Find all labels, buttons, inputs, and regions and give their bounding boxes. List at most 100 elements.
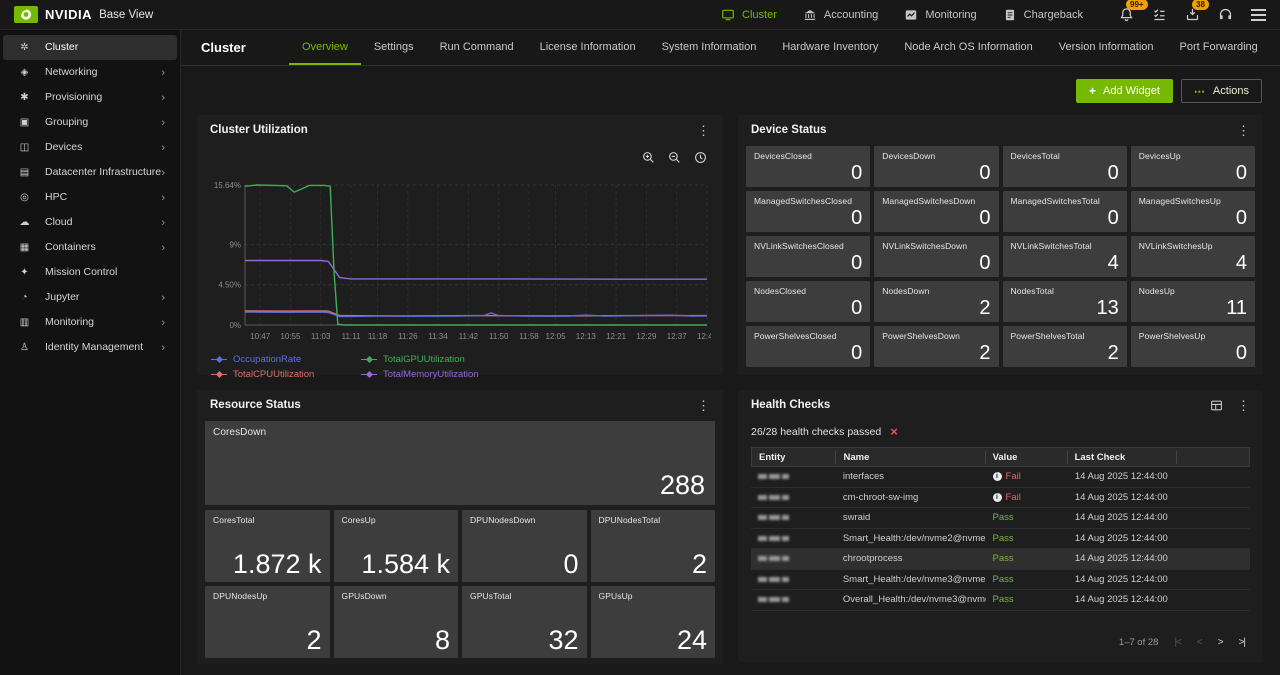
chevron-right-icon: › [161, 317, 165, 329]
topbar-nav-cluster[interactable]: Cluster [721, 8, 777, 22]
sidebar-item-datacenter-infrastructure[interactable]: ▤Datacenter Infrastructure› [3, 160, 177, 185]
notifications-bell-icon[interactable]: 99+ [1119, 7, 1134, 22]
svg-text:12:29: 12:29 [636, 332, 657, 341]
name-cell: cm-chroot-sw-img [836, 492, 986, 503]
svg-text:12:37: 12:37 [667, 332, 688, 341]
legend-item-totalgpuutilization[interactable]: TotalGPUUtilization [361, 354, 723, 365]
last-page-icon[interactable]: >| [1239, 637, 1245, 648]
table-row[interactable]: cm-chroot-sw-imgiFail14 Aug 2025 12:44:0… [751, 488, 1250, 509]
sidebar-item-devices[interactable]: ◫Devices› [3, 135, 177, 160]
table-row[interactable]: Smart_Health:/dev/nvme2@nvmePass14 Aug 2… [751, 529, 1250, 550]
sidebar-item-hpc[interactable]: ◎HPC› [3, 185, 177, 210]
chevron-right-icon: › [161, 192, 165, 204]
networking-icon: ◈ [17, 67, 32, 78]
sidebar-item-containers[interactable]: ▦Containers› [3, 235, 177, 260]
stat-tile-managedswitchesup: ManagedSwitchesUp0 [1131, 191, 1255, 232]
tab-hardware-inventory[interactable]: Hardware Inventory [769, 30, 891, 65]
tab-overview[interactable]: Overview [289, 30, 361, 65]
support-headset-icon[interactable] [1218, 7, 1233, 22]
status-value: Fail [1006, 471, 1021, 482]
tab-port-forwarding[interactable]: Port Forwarding [1167, 30, 1271, 65]
time-range-clock-icon[interactable] [694, 151, 707, 164]
sidebar-item-monitoring[interactable]: ▥Monitoring› [3, 310, 177, 335]
utilization-chart[interactable]: 10:4710:5511:0311:1111:1811:2611:3411:42… [197, 145, 723, 350]
sidebar-item-mission-control[interactable]: ✦Mission Control [3, 260, 177, 285]
sidebar-item-grouping[interactable]: ▣Grouping› [3, 110, 177, 135]
stat-tile-powershelvesdown: PowerShelvesDown2 [874, 326, 998, 367]
chevron-right-icon: › [161, 117, 165, 129]
topbar-nav-accounting[interactable]: Accounting [803, 8, 878, 22]
sidebar-item-provisioning[interactable]: ✱Provisioning› [3, 85, 177, 110]
sidebar-item-label: Cluster [45, 40, 165, 54]
identity-icon: ♙ [17, 342, 32, 353]
cluster-utilization-kebab-icon[interactable]: ⋮ [697, 124, 710, 137]
table-row[interactable]: Smart_Health:/dev/nvme3@nvmePass14 Aug 2… [751, 570, 1250, 591]
cloud-icon: ☁ [17, 217, 32, 228]
zoom-out-icon[interactable] [668, 151, 681, 164]
stat-tile-value: 24 [599, 627, 708, 654]
sidebar-item-networking[interactable]: ◈Networking› [3, 60, 177, 85]
tab-system-information[interactable]: System Information [649, 30, 770, 65]
stat-tile-value: 0 [1011, 163, 1119, 183]
download-badge: 38 [1192, 0, 1209, 10]
sidebar-item-label: Grouping [45, 115, 161, 129]
sidebar-item-cloud[interactable]: ☁Cloud› [3, 210, 177, 235]
provisioning-icon: ✱ [17, 92, 32, 103]
stat-tile-label: NodesTotal [1011, 286, 1119, 296]
tab-settings[interactable]: Settings [361, 30, 427, 65]
sidebar-item-jupyter[interactable]: ◔Jupyter› [3, 285, 177, 310]
legend-item-totalmemoryutilization[interactable]: TotalMemoryUtilization [361, 369, 723, 380]
plus-icon: + [1089, 84, 1096, 98]
bank-icon [803, 8, 817, 22]
downloads-tray-icon[interactable]: 38 [1185, 7, 1200, 22]
stat-tile-gpusup: GPUsUp24 [591, 586, 716, 658]
table-row[interactable]: interfacesiFail14 Aug 2025 12:44:00 [751, 467, 1250, 488]
legend-item-totalcpuutilization[interactable]: TotalCPUUtilization [211, 369, 361, 380]
stat-tile-value: 11 [1139, 298, 1247, 318]
resource-status-kebab-icon[interactable]: ⋮ [697, 399, 710, 412]
health-checks-panel: Health Checks ⋮ 26/28 health checks pass… [738, 390, 1263, 662]
add-widget-button[interactable]: + Add Widget [1076, 79, 1173, 103]
tab-node-arch-os-information[interactable]: Node Arch OS Information [891, 30, 1045, 65]
stat-tile-label: ManagedSwitchesUp [1139, 196, 1247, 206]
svg-text:10:55: 10:55 [280, 332, 301, 341]
first-page-icon[interactable]: |< [1174, 637, 1180, 648]
svg-text:15.64%: 15.64% [214, 181, 241, 190]
device-status-kebab-icon[interactable]: ⋮ [1237, 124, 1250, 137]
tab-run-command[interactable]: Run Command [427, 30, 527, 65]
sidebar-item-identity-management[interactable]: ♙Identity Management› [3, 335, 177, 360]
sidebar-item-label: Cloud [45, 215, 161, 229]
topbar-nav-monitoring[interactable]: Monitoring [904, 8, 976, 22]
table-row[interactable]: swraidPass14 Aug 2025 12:44:00 [751, 508, 1250, 529]
svg-text:11:58: 11:58 [519, 332, 539, 341]
stat-tile-value: 1.872 k [213, 551, 322, 578]
legend-label: TotalGPUUtilization [383, 354, 465, 365]
next-page-icon[interactable]: > [1218, 637, 1223, 648]
status-value: Pass [993, 533, 1014, 544]
table-row[interactable]: chrootprocessPass14 Aug 2025 12:44:00 [751, 549, 1250, 570]
actions-button[interactable]: ⋯ Actions [1181, 79, 1262, 103]
sidebar-item-label: Datacenter Infrastructure [45, 165, 161, 179]
menu-hamburger-icon[interactable] [1251, 9, 1266, 21]
legend-marker-icon [361, 356, 377, 364]
zoom-in-icon[interactable] [642, 151, 655, 164]
svg-text:12:05: 12:05 [546, 332, 567, 341]
tasks-checklist-icon[interactable] [1152, 7, 1167, 22]
table-view-icon[interactable] [1210, 399, 1223, 412]
stat-tile-value: 0 [754, 298, 862, 318]
health-checks-kebab-icon[interactable]: ⋮ [1237, 399, 1250, 412]
sidebar-item-cluster[interactable]: ✲Cluster [3, 35, 177, 60]
prev-page-icon[interactable]: < [1197, 637, 1202, 648]
status-value: Pass [993, 553, 1014, 564]
tab-imex-configuration[interactable]: IMEX Configuration [1271, 30, 1280, 65]
legend-marker-icon [211, 371, 227, 379]
topbar-nav-chargeback[interactable]: Chargeback [1003, 8, 1083, 22]
topbar-nav: Cluster Accounting Monitoring Chargeback [721, 8, 1083, 22]
redacted-entity [758, 474, 789, 479]
table-row[interactable]: Overall_Health:/dev/nvme3@nvmePass14 Aug… [751, 590, 1250, 611]
stat-tile-label: GPUsDown [342, 591, 451, 601]
tab-version-information[interactable]: Version Information [1046, 30, 1167, 65]
tab-license-information[interactable]: License Information [527, 30, 649, 65]
redacted-entity [758, 515, 789, 520]
legend-item-occupationrate[interactable]: OccupationRate [211, 354, 361, 365]
